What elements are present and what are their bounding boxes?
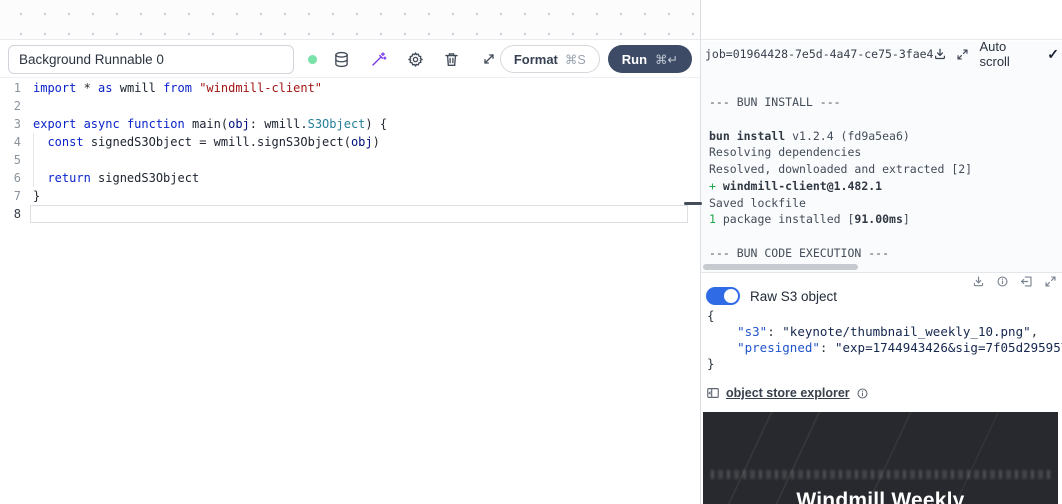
- log-section: job=01964428-7e5d-4a47-ce75-3fae4 Auto s…: [701, 41, 1062, 273]
- toolbar-actions: Format ⌘S Run ⌘↵: [500, 45, 692, 73]
- job-id-link[interactable]: job=01964428-7e5d-4a47-ce75-3fae4: [705, 47, 933, 61]
- output-pane: job=01964428-7e5d-4a47-ce75-3fae4 Auto s…: [701, 0, 1062, 504]
- fullscreen-icon[interactable]: [956, 48, 969, 61]
- info-icon[interactable]: [856, 387, 869, 400]
- auto-scroll-checkbox[interactable]: ✓: [1047, 46, 1059, 63]
- format-label: Format: [514, 52, 558, 67]
- download-icon[interactable]: [972, 275, 985, 288]
- fullscreen-icon[interactable]: [1044, 275, 1057, 288]
- job-row: job=01964428-7e5d-4a47-ce75-3fae4 Auto s…: [705, 44, 1059, 64]
- trash-icon[interactable]: [441, 47, 464, 71]
- s3-image-preview[interactable]: Windmill Weekly: [703, 412, 1058, 504]
- editor-pane: Format ⌘S Run ⌘↵ 12345678 import * as wm…: [0, 0, 701, 504]
- panel-left-icon: [706, 386, 720, 400]
- runnable-name-input[interactable]: [8, 45, 294, 74]
- raw-s3-toggle-label: Raw S3 object: [750, 289, 837, 304]
- toggle-knob: [724, 289, 738, 303]
- database-icon[interactable]: [331, 47, 354, 71]
- format-shortcut: ⌘S: [565, 52, 586, 67]
- run-shortcut: ⌘↵: [655, 52, 678, 67]
- preview-title: Windmill Weekly: [703, 489, 1058, 504]
- canvas-grid-background: [0, 0, 700, 40]
- arrow-into-panel-icon[interactable]: [1020, 275, 1033, 288]
- raw-s3-toggle-row: Raw S3 object: [706, 287, 837, 305]
- log-horizontal-scrollbar[interactable]: [703, 264, 858, 270]
- output-pane-topbar: [701, 0, 1062, 40]
- object-store-explorer-link[interactable]: object store explorer: [726, 386, 850, 400]
- auto-scroll-label: Auto scroll: [979, 41, 1035, 69]
- download-icon[interactable]: [933, 47, 947, 61]
- windmill-script-editor: Format ⌘S Run ⌘↵ 12345678 import * as wm…: [0, 0, 1062, 504]
- pane-resize-handle[interactable]: [684, 202, 702, 205]
- run-label: Run: [622, 52, 647, 67]
- format-button[interactable]: Format ⌘S: [500, 45, 600, 73]
- info-icon[interactable]: [996, 275, 1009, 288]
- job-logs: --- BUN INSTALL --- bun install v1.2.4 (…: [709, 94, 1062, 262]
- code-editor[interactable]: 12345678 import * as wmill from "windmil…: [0, 78, 700, 504]
- gear-icon[interactable]: [404, 47, 427, 71]
- preview-blurred-text: [711, 470, 1050, 479]
- ai-wand-icon[interactable]: [367, 47, 390, 71]
- raw-s3-toggle[interactable]: [706, 287, 740, 305]
- editor-toolbar: Format ⌘S Run ⌘↵: [0, 41, 700, 78]
- code-content[interactable]: import * as wmill from "windmill-client"…: [33, 79, 698, 223]
- line-numbers: 12345678: [0, 79, 21, 223]
- expand-diagonal-icon[interactable]: [477, 47, 500, 71]
- result-toolbar: [972, 275, 1057, 288]
- run-button[interactable]: Run ⌘↵: [608, 45, 692, 73]
- status-dot: [308, 55, 316, 64]
- result-json[interactable]: { "s3": "keynote/thumbnail_weekly_10.png…: [707, 308, 1062, 372]
- object-store-explorer-row: object store explorer: [706, 386, 869, 400]
